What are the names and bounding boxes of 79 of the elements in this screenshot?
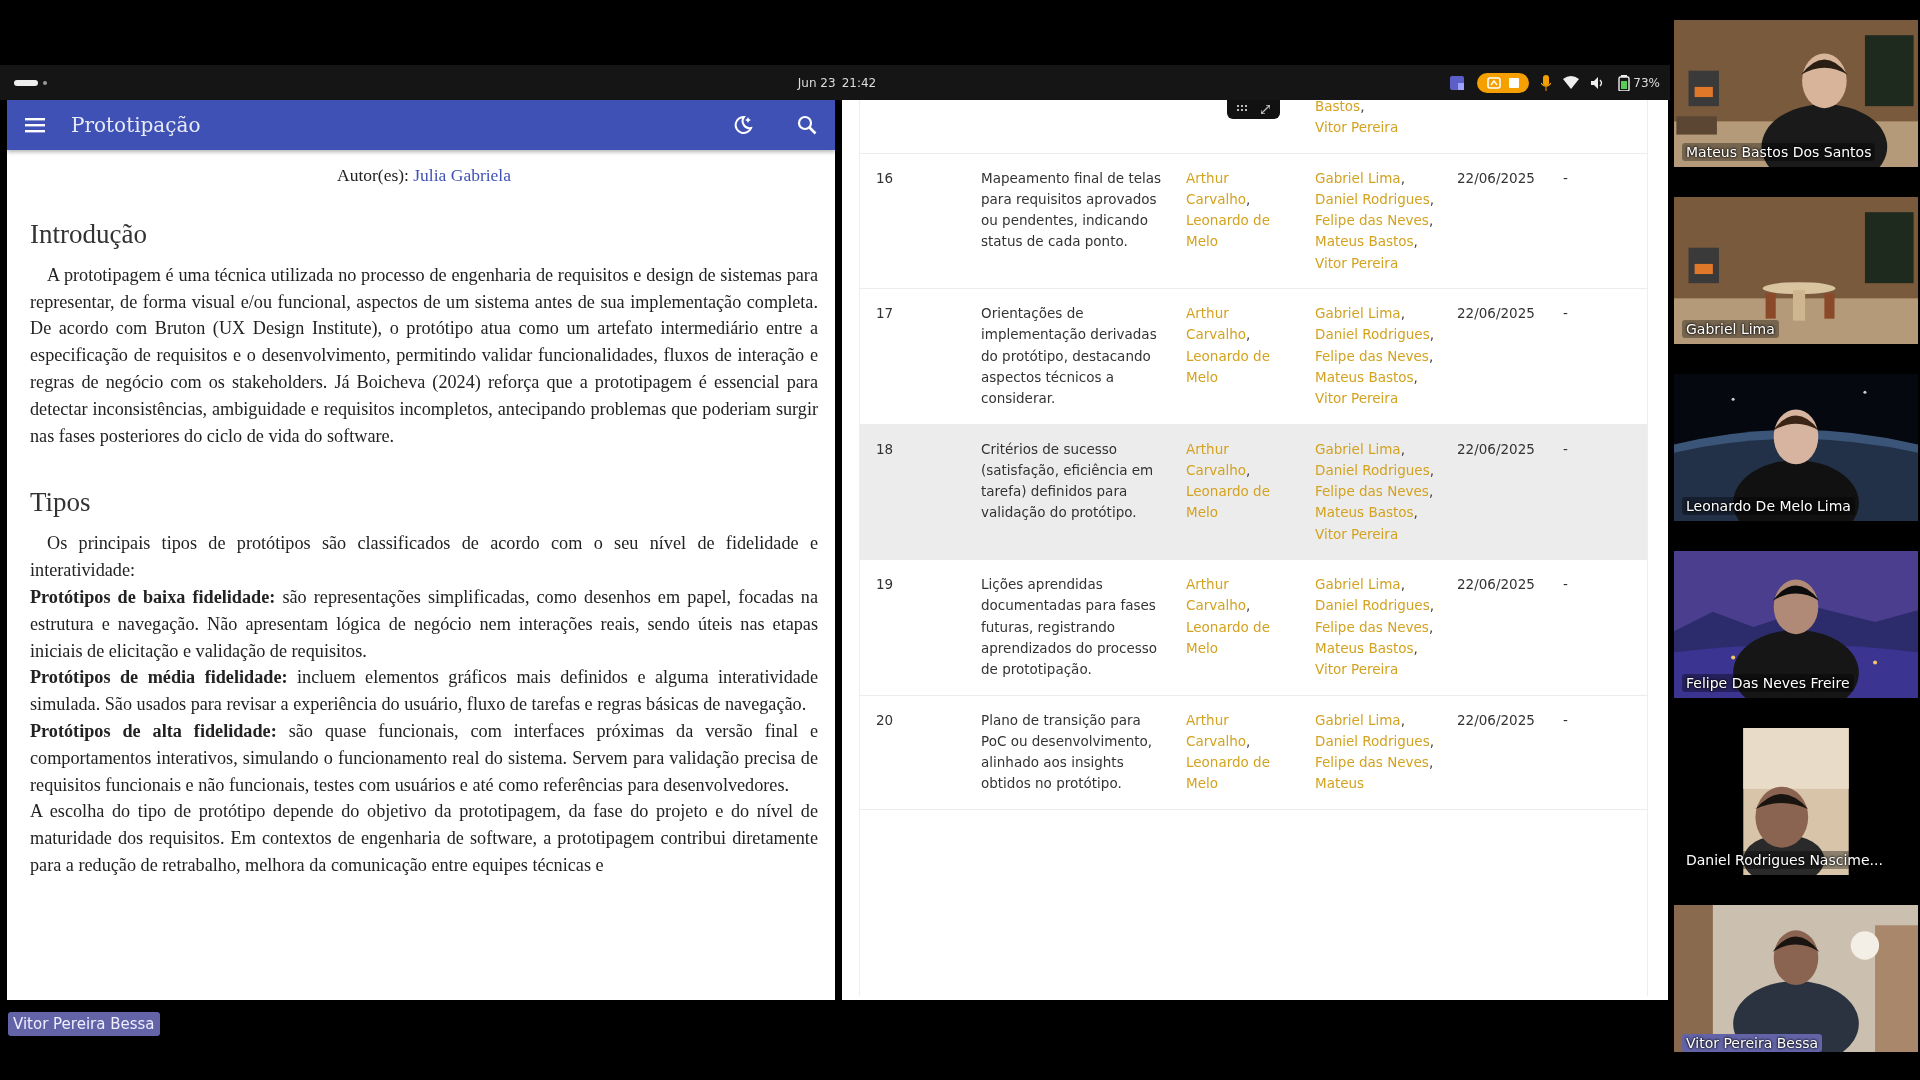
row-number: 20 — [875, 710, 895, 730]
person-link[interactable]: Arthur Carvalho, — [1186, 303, 1295, 346]
participant-name: Felipe Das Neves Freire — [1682, 674, 1854, 692]
paragraph: Protótipos de alta fidelidade: são quase funcionais, com interfaces próximas da versão final e comportamentos interativos, simulando o funcionamento real do sistema. Servem para validação precisa de requisitos funcionais e não funcionais, testes com usuários e até como referências para desenvolvedores. — [30, 719, 818, 797]
description-cell-text: Plano de transição para PoC ou desenvolvimento, alinhado aos insights obtidos no protótipo. — [981, 710, 1154, 794]
description-cell-text: Critérios de sucesso (satisfação, eficiência em tarefa) definidos para validação do protótipo. — [981, 439, 1155, 523]
page-title: Prototipação — [71, 113, 202, 137]
stop-icon — [1509, 77, 1520, 88]
description-cell-text: Lições aprendidas documentadas para fases futuras, registrando aprendizados do processo de prototipação. — [981, 575, 1159, 680]
person-link[interactable]: Felipe das Neves, — [1315, 752, 1434, 774]
participant-name: Mateus Bastos Dos Santos — [1682, 143, 1876, 161]
status-cell-text: - — [1563, 575, 1569, 595]
person-link[interactable]: Arthur Carvalho, — [1186, 709, 1295, 753]
person-link[interactable]: Gabriel Lima, — [1315, 574, 1405, 596]
person-link[interactable]: Gabriel Lima, — [1315, 709, 1405, 731]
participant-name: Vitor Pereira Bessa — [1682, 1034, 1823, 1052]
battery-percentage: 73% — [1633, 75, 1660, 90]
person-link[interactable]: Gabriel Lima, — [1315, 438, 1405, 460]
date: Jun 23 — [797, 75, 836, 90]
person-link[interactable]: Mateus Bastos, — [1315, 637, 1418, 660]
person-link[interactable]: Felipe das Neves, — [1315, 345, 1434, 367]
clock: 21:42 — [841, 75, 877, 90]
person-link[interactable]: Daniel Rodrigues, — [1315, 595, 1434, 617]
description-cell-text: Mapeamento final de telas para requisitos aprovados ou pendentes, indicando status de cada ponto. — [981, 168, 1163, 252]
date-cell-text: 22/06/2025 — [1457, 439, 1536, 459]
person-link[interactable]: Arthur Carvalho, — [1186, 438, 1295, 482]
moon-icon[interactable] — [733, 115, 753, 135]
person-link[interactable]: Gabriel Lima, — [1315, 167, 1405, 189]
section-heading: Tipos — [30, 487, 92, 519]
status-cell-text: - — [1563, 710, 1569, 730]
date-cell-text: 22/06/2025 — [1457, 168, 1536, 188]
person-link[interactable]: Daniel Rodrigues, — [1315, 459, 1434, 482]
person-link[interactable]: Arthur Carvalho, — [1186, 167, 1295, 211]
table-row[interactable]: Bastos, Vitor Pereira — [860, 100, 1647, 154]
row-number: 19 — [875, 575, 895, 595]
author-link[interactable]: Julia Gabriela — [413, 165, 511, 185]
section-heading: Introdução — [30, 218, 148, 250]
row-number: 18 — [875, 439, 895, 459]
date-cell-text: 22/06/2025 — [1457, 575, 1536, 595]
person-link[interactable]: Gabriel Lima, — [1315, 303, 1405, 325]
paragraph: Protótipos de baixa fidelidade: são representações simplificadas, como desenhos em papel, focadas na estrutura e navegação. Não apresentam lógica de negócio nem interações reais, sendo úteis nas etapas iniciais de elicitação e validação de requisitos. — [30, 585, 818, 663]
person-link[interactable]: Mateus Bastos, — [1315, 366, 1418, 389]
wifi-icon[interactable] — [1563, 76, 1580, 89]
status-cell-text: - — [1563, 439, 1569, 459]
description-cell-text: Orientações de implementação derivadas do protótipo, destacando aspectos técnicos a considerar. — [981, 304, 1158, 409]
grip-icon[interactable] — [1237, 105, 1247, 111]
screen-share-icon — [1487, 76, 1502, 89]
paragraph: Os principais tipos de protótipos são classificados de acordo com o seu nível de fidelidade e interatividade: — [30, 532, 818, 583]
person-link[interactable]: Felipe das Neves, — [1315, 481, 1434, 503]
status-cell-text: - — [1563, 168, 1569, 188]
participant-name: Leonardo De Melo Lima — [1682, 497, 1855, 515]
person-link[interactable]: Mateus Bastos, — [1315, 231, 1418, 253]
date-cell-text: 22/06/2025 — [1457, 710, 1536, 730]
row-number: 16 — [875, 168, 895, 188]
paragraph: A prototipagem é uma técnica utilizada no processo de engenharia de requisitos e design de sistemas para representar, de forma visual e/ou funcional, aspectos de um sistema antes de sua implementação completa. De acordo com Bruton (UX Design Institute), o protótipo atua como um artefato intermediário entre a especificação de requisitos e o desenvolvimento, permitindo validar funcionalidades, fluxos de interação e regras de negócio com os stakeholders. Já Boicheva (2024) reforça que a prototipagem é essencial para detectar inconsistências, ambiguidade e requisitos incompletos, antecipando problemas que poderiam surgir nas fases posteriores do ciclo de vida do software. — [30, 263, 818, 448]
person-link[interactable]: Felipe das Neves, — [1315, 210, 1434, 232]
person-link[interactable]: Daniel Rodrigues, — [1315, 188, 1434, 211]
screen-share-indicator[interactable] — [1477, 72, 1530, 93]
search-icon[interactable] — [797, 115, 817, 135]
person-link[interactable]: Daniel Rodrigues, — [1315, 730, 1434, 753]
paragraph: A escolha do tipo de protótipo depende do objetivo da prototipagem, da fase do projeto e do nível de maturidade dos requisitos. Em contextos de engenharia de software, a prototipagem contribui diretamente para a redução de retrabalho, melhora da comunicação entre equipes técnicas e — [30, 800, 818, 877]
person-link[interactable]: Mateus Bastos, — [1315, 502, 1418, 524]
person-link[interactable]: Felipe das Neves, — [1315, 616, 1434, 638]
person-link[interactable]: Bastos, — [1315, 100, 1365, 118]
app-indicator-icon[interactable] — [1449, 74, 1466, 91]
participant-name: Gabriel Lima — [1682, 320, 1779, 338]
status-cell-text: - — [1563, 304, 1569, 324]
battery-icon[interactable] — [1617, 74, 1632, 91]
presenter-name: Vitor Pereira Bessa — [8, 1012, 160, 1036]
author-line: Autor(es): Julia Gabriela — [336, 164, 512, 187]
row-number: 17 — [875, 304, 895, 324]
microphone-icon[interactable] — [1541, 74, 1552, 91]
paragraph: Protótipos de média fidelidade: incluem elementos gráficos mais definidos e alguma interatividade simulada. São usados para revisar a experiência do usuário, fluxo de tarefas e regras básicas de navegação. — [30, 666, 818, 717]
person-link[interactable]: Arthur Carvalho, — [1186, 574, 1295, 617]
person-link[interactable]: Daniel Rodrigues, — [1315, 324, 1434, 346]
menu-icon[interactable] — [25, 117, 45, 133]
date-cell-text: 22/06/2025 — [1457, 304, 1536, 324]
workspace-indicator-icon[interactable] — [14, 78, 50, 87]
expand-icon[interactable] — [1261, 105, 1270, 114]
